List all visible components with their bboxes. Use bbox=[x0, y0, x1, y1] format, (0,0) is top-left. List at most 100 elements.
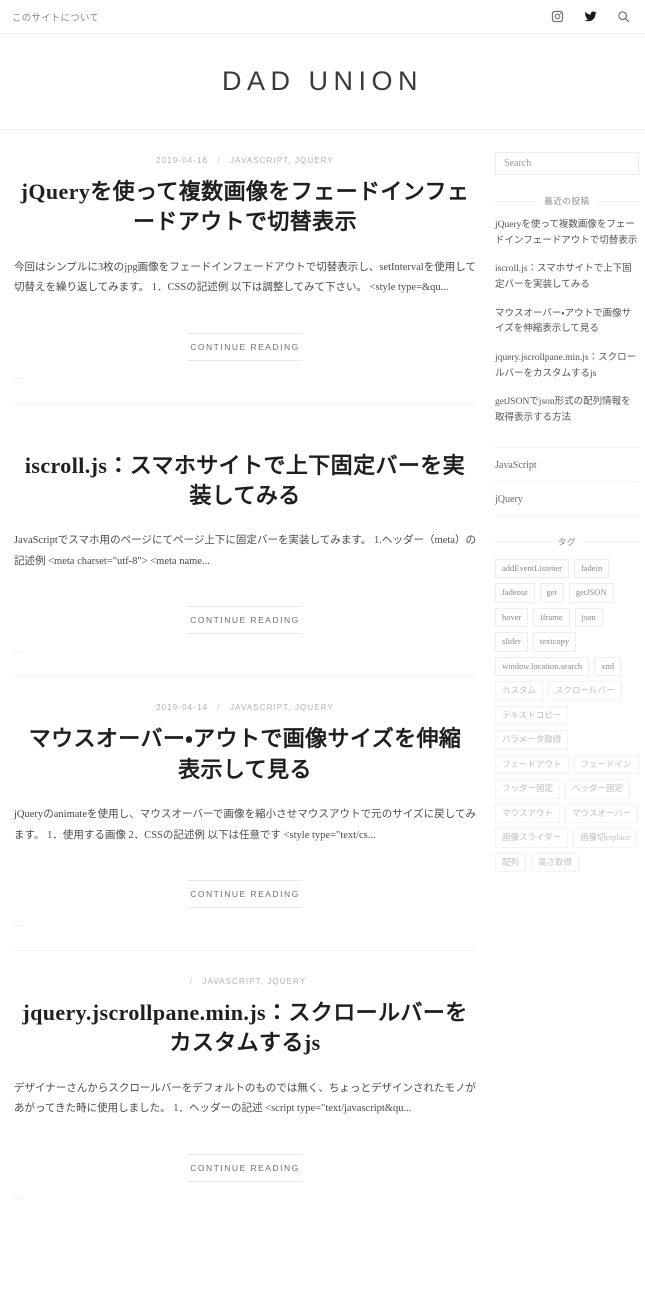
tag-link[interactable]: マウスオーバー bbox=[565, 803, 639, 824]
post-meta: 2019-04-14 / JAVASCRIPT, JQUERY bbox=[14, 703, 476, 714]
post-title-link[interactable]: マウスオーバー・アウトで画像サイズを伸縮表示して見る bbox=[29, 726, 462, 781]
tag-link[interactable]: 画像スライダー bbox=[495, 828, 569, 848]
category-list: JavaScript jQuery bbox=[495, 446, 639, 516]
tag-link[interactable]: 配列 bbox=[495, 852, 527, 873]
tag-link[interactable]: addEventListener bbox=[495, 558, 569, 579]
widget-categories: JavaScript jQuery bbox=[495, 446, 639, 516]
post-title-link[interactable]: iscroll.js：スマホサイトで上下固定バーを実装してみる bbox=[25, 453, 465, 508]
read-more-container: CONTINUE READING bbox=[14, 1153, 476, 1182]
tag-link[interactable]: get bbox=[539, 583, 564, 603]
recent-posts-list: jQueryを使って複数画像をフェードインフェードアウトで切替表示 iscrol… bbox=[495, 218, 639, 427]
post-excerpt: 今回はシンプルに3枚のjpg画像をフェードインフェードアウトで切替表示し、set… bbox=[14, 261, 476, 294]
top-navigation: このサイトについて bbox=[12, 10, 99, 24]
tag-link[interactable]: iframe bbox=[533, 607, 570, 628]
post-item: / JAVASCRIPT, JQUERY jquery.jscrollpane.… bbox=[14, 951, 476, 1224]
sidebar: 最近の投稿 jQueryを使って複数画像をフェードインフェードアウトで切替表示 … bbox=[490, 130, 645, 892]
site-title[interactable]: DAD UNION bbox=[222, 68, 423, 95]
post-title: マウスオーバー・アウトで画像サイズを伸縮表示して見る bbox=[14, 724, 476, 785]
continue-reading-button[interactable]: CONTINUE READING bbox=[188, 1153, 302, 1182]
post-meta: / JAVASCRIPT, JQUERY bbox=[14, 977, 476, 988]
read-more-container: CONTINUE READING bbox=[14, 332, 476, 361]
post-item: 2019-04-14 / JAVASCRIPT, JQUERY マウスオーバー・… bbox=[14, 677, 476, 951]
recent-post-link[interactable]: マウスオーバー・アウトで画像サイズを伸縮表示して見る bbox=[495, 307, 639, 338]
recent-post-link[interactable]: iscroll.js：スマホサイトで上下固定バーを実装してみる bbox=[495, 262, 639, 293]
post-footer-ellipsis: ... bbox=[14, 917, 25, 928]
search-icon[interactable] bbox=[616, 9, 631, 24]
tag-link[interactable]: hover bbox=[495, 607, 529, 628]
widget-title-tags: タグ bbox=[495, 536, 639, 548]
recent-post-link[interactable]: getJSONでjson形式の配列情報を取得表示する方法 bbox=[495, 395, 639, 426]
widget-recent-posts: 最近の投稿 jQueryを使って複数画像をフェードインフェードアウトで切替表示 … bbox=[495, 195, 639, 427]
post-categories[interactable]: JAVASCRIPT, JQUERY bbox=[230, 703, 334, 712]
tag-link[interactable]: fadeout bbox=[495, 583, 535, 603]
read-more-container: CONTINUE READING bbox=[14, 606, 476, 635]
tag-link[interactable]: テキストコピー bbox=[495, 705, 569, 726]
tag-link[interactable]: fadein bbox=[573, 558, 610, 579]
post-footer-ellipsis: ... bbox=[14, 370, 25, 381]
nav-about[interactable]: このサイトについて bbox=[12, 10, 99, 24]
post-meta: 2019-04-16 / JAVASCRIPT, JQUERY bbox=[14, 156, 476, 167]
post-list: 2019-04-16 / JAVASCRIPT, JQUERY jQueryを使… bbox=[0, 130, 490, 1224]
tag-link[interactable]: マウスアウト bbox=[495, 803, 561, 824]
recent-post-link[interactable]: jquery.jscrollpane.min.js：スクロールバーをカスタムする… bbox=[495, 351, 639, 382]
post-excerpt: JavaScriptでスマホ用のページにてページ上下に固定バーを実装してみます。… bbox=[14, 535, 476, 567]
post-date: 2019-04-14 bbox=[156, 703, 209, 713]
category-link-jquery[interactable]: jQuery bbox=[495, 494, 523, 505]
continue-reading-button[interactable]: CONTINUE READING bbox=[188, 606, 302, 635]
post-excerpt: デザイナーさんからスクロールバーをデフォルトのものでは無く、ちょっとデザインされ… bbox=[14, 1082, 476, 1115]
search-input[interactable] bbox=[495, 152, 639, 175]
recent-post-link[interactable]: jQueryを使って複数画像をフェードインフェードアウトで切替表示 bbox=[495, 218, 639, 249]
tag-link[interactable]: window.location.search bbox=[495, 656, 590, 677]
widget-tags: タグ addEventListener fadein fadeout get g… bbox=[495, 536, 639, 873]
category-link-javascript[interactable]: JavaScript bbox=[495, 460, 537, 471]
post-item: iscroll.js：スマホサイトで上下固定バーを実装してみる JavaScri… bbox=[14, 404, 476, 678]
post-categories[interactable]: JAVASCRIPT, JQUERY bbox=[202, 977, 306, 986]
post-title: jquery.jscrollpane.min.js：スクロールバーをカスタムする… bbox=[14, 998, 476, 1059]
post-excerpt: jQueryのanimateを使用し、マウスオーバーで画像を縮小させマウスアウト… bbox=[14, 809, 476, 841]
post-date: 2019-04-16 bbox=[156, 156, 209, 165]
post-title-link[interactable]: jquery.jscrollpane.min.js：スクロールバーをカスタムする… bbox=[22, 1000, 467, 1055]
instagram-icon[interactable] bbox=[550, 9, 565, 24]
post-meta bbox=[14, 430, 476, 441]
continue-reading-button[interactable]: CONTINUE READING bbox=[188, 879, 302, 908]
tag-link[interactable]: スクロールバー bbox=[548, 681, 622, 701]
post-meta-separator: / bbox=[189, 976, 194, 986]
twitter-icon[interactable] bbox=[583, 9, 598, 24]
post-title: iscroll.js：スマホサイトで上下固定バーを実装してみる bbox=[14, 451, 476, 512]
list-item: getJSONでjson形式の配列情報を取得表示する方法 bbox=[495, 395, 639, 426]
tag-link[interactable]: slider bbox=[495, 632, 528, 652]
tag-link[interactable]: カスタム bbox=[495, 681, 544, 701]
page-body: 2019-04-16 / JAVASCRIPT, JQUERY jQueryを使… bbox=[0, 130, 645, 1224]
tag-link[interactable]: ヘッダー固定 bbox=[565, 779, 631, 799]
widget-title-recent-posts: 最近の投稿 bbox=[495, 195, 639, 207]
continue-reading-button[interactable]: CONTINUE READING bbox=[188, 332, 302, 361]
tag-link[interactable]: フェードイン bbox=[573, 754, 639, 775]
tag-link[interactable]: textcopy bbox=[532, 632, 577, 652]
tag-link[interactable]: json bbox=[574, 607, 603, 628]
read-more-container: CONTINUE READING bbox=[14, 879, 476, 908]
top-utility-bar: このサイトについて bbox=[0, 0, 645, 34]
tag-link[interactable]: 高さ取得 bbox=[531, 852, 580, 873]
tag-link[interactable]: xml bbox=[594, 656, 622, 677]
tag-link[interactable]: フェードアウト bbox=[495, 754, 569, 775]
post-item: 2019-04-16 / JAVASCRIPT, JQUERY jQueryを使… bbox=[14, 130, 476, 404]
list-item: jQuery bbox=[495, 482, 639, 516]
site-masthead: DAD UNION bbox=[0, 34, 645, 130]
post-footer-ellipsis: ... bbox=[14, 1191, 25, 1202]
list-item: jquery.jscrollpane.min.js：スクロールバーをカスタムする… bbox=[495, 351, 639, 382]
tag-link[interactable]: フッター固定 bbox=[495, 779, 561, 799]
social-icon-group bbox=[550, 9, 631, 24]
list-item: マウスオーバー・アウトで画像サイズを伸縮表示して見る bbox=[495, 307, 639, 338]
tag-link[interactable]: パラメータ取得 bbox=[495, 730, 569, 750]
tag-cloud: addEventListener fadein fadeout get getJ… bbox=[495, 558, 639, 873]
tag-link[interactable]: 画像切replace bbox=[573, 828, 638, 848]
post-meta-separator: / bbox=[217, 156, 221, 165]
post-categories[interactable]: JAVASCRIPT, JQUERY bbox=[230, 156, 334, 165]
post-title: jQueryを使って複数画像をフェードインフェードアウトで切替表示 bbox=[14, 177, 476, 238]
tag-link[interactable]: getJSON bbox=[568, 583, 614, 603]
list-item: iscroll.js：スマホサイトで上下固定バーを実装してみる bbox=[495, 262, 639, 293]
list-item: JavaScript bbox=[495, 446, 639, 482]
post-meta-separator: / bbox=[217, 703, 221, 713]
post-title-link[interactable]: jQueryを使って複数画像をフェードインフェードアウトで切替表示 bbox=[21, 179, 470, 234]
post-footer-ellipsis: ... bbox=[14, 644, 25, 655]
